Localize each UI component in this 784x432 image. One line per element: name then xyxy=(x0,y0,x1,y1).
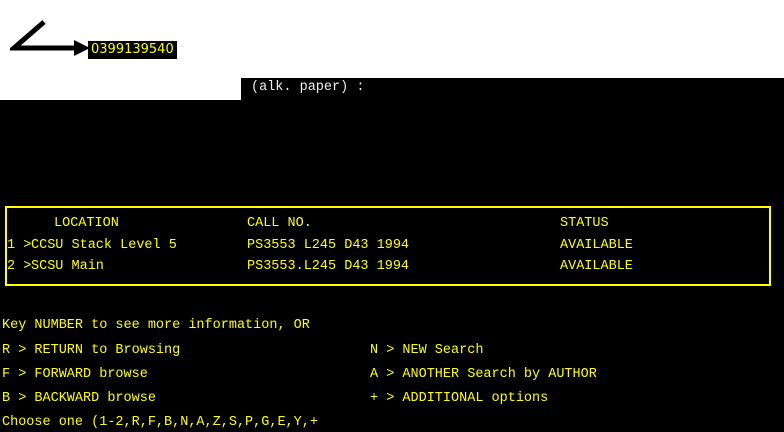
row-location: SCSU Main xyxy=(31,259,104,274)
menu-option-new-search[interactable]: N > NEW Search xyxy=(370,343,483,358)
bent-arrow-icon xyxy=(10,20,90,56)
menu-option-another-author[interactable]: A > ANOTHER Search by AUTHOR xyxy=(370,367,597,382)
menu-option-backward[interactable]: B > BACKWARD browse xyxy=(2,391,156,406)
holdings-table: LOCATION CALL NO. STATUS 1 > CCSU Stack … xyxy=(5,206,771,286)
command-prompt[interactable]: Choose one (1-2,R,F,B,N,A,Z,S,P,G,E,Y,+ xyxy=(2,415,318,430)
paper-note: (alk. paper) : xyxy=(251,80,365,95)
column-header-status: STATUS xyxy=(560,216,609,231)
row-number: 2 > xyxy=(7,259,32,274)
row-call-no: PS3553.L245 D43 1994 xyxy=(247,259,410,274)
menu-option-forward[interactable]: F > FORWARD browse xyxy=(2,367,148,382)
terminal-top-strip: (alk. paper) : xyxy=(241,78,784,100)
row-status: AVAILABLE xyxy=(560,259,633,274)
menu-option-return[interactable]: R > RETURN to Browsing xyxy=(2,343,180,358)
terminal-screen: LOCATION CALL NO. STATUS 1 > CCSU Stack … xyxy=(0,100,784,432)
row-call-no: PS3553 L245 D43 1994 xyxy=(247,238,410,253)
menu-option-additional[interactable]: + > ADDITIONAL options xyxy=(370,391,548,406)
column-header-call-no: CALL NO. xyxy=(247,216,312,231)
row-number: 1 > xyxy=(7,238,32,253)
column-header-location: LOCATION xyxy=(54,216,119,231)
isbn-label: 0399139540 xyxy=(88,41,177,59)
row-status: AVAILABLE xyxy=(560,238,633,253)
row-location: CCSU Stack Level 5 xyxy=(31,238,177,253)
menu-instruction: Key NUMBER to see more information, OR xyxy=(2,318,310,333)
